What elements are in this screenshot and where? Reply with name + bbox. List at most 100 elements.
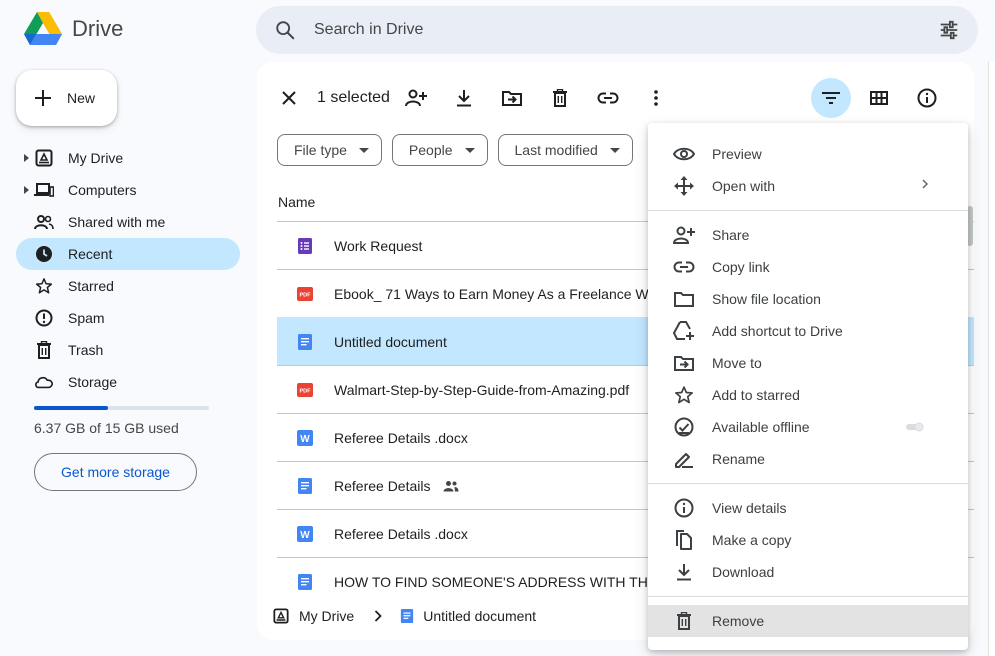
dropdown-arrow-icon xyxy=(358,147,369,153)
menu-item-download[interactable]: Download xyxy=(648,556,968,588)
filter-chip-people[interactable]: People xyxy=(391,134,488,166)
menu-item-add-shortcut[interactable]: Add shortcut to Drive xyxy=(648,315,968,347)
search-bar[interactable]: Search in Drive xyxy=(256,6,978,54)
sidebar-item-starred[interactable]: Starred xyxy=(16,270,240,302)
sidebar-item-computers[interactable]: Computers xyxy=(16,174,240,206)
offline-check-icon xyxy=(674,417,694,437)
google-docs-icon xyxy=(298,573,312,590)
sidebar-item-recent[interactable]: Recent xyxy=(16,238,240,270)
menu-item-label: Make a copy xyxy=(712,532,792,548)
menu-item-rename[interactable]: Rename xyxy=(648,443,968,475)
move-to-icon[interactable] xyxy=(500,86,524,110)
file-name: Ebook_ 71 Ways to Earn Money As a Freela… xyxy=(334,285,673,302)
menu-item-label: Open with xyxy=(712,178,776,194)
search-input[interactable]: Search in Drive xyxy=(314,21,938,39)
computers-icon xyxy=(34,183,54,197)
get-more-storage-button[interactable]: Get more storage xyxy=(34,453,197,491)
link-icon[interactable] xyxy=(596,86,620,110)
rename-pencil-icon xyxy=(675,453,693,468)
more-vert-icon[interactable] xyxy=(644,86,668,110)
close-selection-icon[interactable] xyxy=(277,86,301,110)
menu-item-label: Copy link xyxy=(712,259,770,275)
sidebar-nav: My Drive Computers Shared with me Recent… xyxy=(16,142,240,398)
google-forms-icon xyxy=(298,237,312,254)
cloud-icon xyxy=(35,376,53,389)
star-icon xyxy=(35,278,53,294)
menu-item-remove[interactable]: Remove xyxy=(648,605,968,637)
file-context-menu: Preview Open with Share Copy link Show f… xyxy=(648,123,968,650)
drive-logo-icon xyxy=(24,12,62,45)
menu-item-add-to-starred[interactable]: Add to starred xyxy=(648,379,968,411)
view-details-button[interactable] xyxy=(907,78,947,118)
search-options-icon[interactable] xyxy=(938,19,960,41)
filter-toggle-button[interactable] xyxy=(811,78,851,118)
my-drive-icon xyxy=(273,608,289,624)
copy-icon xyxy=(676,530,692,550)
selected-count: 1 selected xyxy=(317,89,390,106)
breadcrumb-root[interactable]: My Drive xyxy=(299,608,354,624)
menu-item-show-file-location[interactable]: Show file location xyxy=(648,283,968,315)
menu-item-label: Show file location xyxy=(712,291,821,307)
svg-text:PDF: PDF xyxy=(300,388,312,394)
menu-item-available-offline[interactable]: Available offline xyxy=(648,411,968,443)
dropdown-arrow-icon xyxy=(464,147,475,153)
menu-item-copy-link[interactable]: Copy link xyxy=(648,251,968,283)
chevron-right-icon xyxy=(922,179,928,189)
menu-item-share[interactable]: Share xyxy=(648,219,968,251)
sidebar-item-label: My Drive xyxy=(68,150,124,166)
filter-chip-file-type[interactable]: File type xyxy=(277,134,382,166)
link-icon xyxy=(673,261,695,273)
search-icon[interactable] xyxy=(274,19,296,41)
trash-icon xyxy=(37,341,51,359)
filter-chip-last-modified[interactable]: Last modified xyxy=(497,134,633,166)
file-name: Untitled document xyxy=(334,333,447,350)
menu-item-open-with[interactable]: Open with xyxy=(648,170,968,202)
sidebar-item-label: Recent xyxy=(68,246,113,262)
menu-item-label: Preview xyxy=(712,146,762,162)
sidebar-item-spam[interactable]: Spam xyxy=(16,302,240,334)
menu-item-label: Download xyxy=(712,564,775,580)
add-shortcut-icon xyxy=(673,321,694,340)
file-name: Walmart-Step-by-Step-Guide-from-Amazing.… xyxy=(334,381,630,398)
sidebar-item-trash[interactable]: Trash xyxy=(16,334,240,366)
trash-icon xyxy=(677,612,691,630)
share-icon[interactable] xyxy=(404,86,428,110)
menu-item-make-a-copy[interactable]: Make a copy xyxy=(648,524,968,556)
spam-icon xyxy=(35,309,53,327)
sidebar-item-my-drive[interactable]: My Drive xyxy=(16,142,240,174)
menu-item-preview[interactable]: Preview xyxy=(648,138,968,170)
share-icon xyxy=(673,226,695,244)
folder-icon xyxy=(674,292,694,307)
trash-icon[interactable] xyxy=(548,86,572,110)
drive-logo[interactable]: Drive xyxy=(24,12,123,46)
info-icon xyxy=(674,498,694,518)
file-name: Referee Details xyxy=(334,477,431,494)
offline-toggle[interactable] xyxy=(904,422,924,432)
breadcrumb-current[interactable]: Untitled document xyxy=(423,608,536,624)
menu-item-label: Available offline xyxy=(712,419,810,435)
storage-meter-fill xyxy=(34,406,109,410)
sidebar-item-shared-with-me[interactable]: Shared with me xyxy=(16,206,240,238)
filter-chip-label: Last modified xyxy=(514,142,598,158)
filter-icon xyxy=(822,92,840,104)
file-name: Referee Details .docx xyxy=(334,525,468,542)
new-button-label: New xyxy=(67,90,96,106)
menu-item-label: Rename xyxy=(712,451,765,467)
open-with-icon xyxy=(674,176,694,196)
selection-toolbar: 1 selected xyxy=(277,82,668,114)
filter-chips: File type People Last modified xyxy=(277,134,633,166)
new-button[interactable]: New xyxy=(16,70,117,126)
pdf-file-icon: PDF xyxy=(297,382,313,397)
clock-icon xyxy=(36,246,52,262)
info-icon xyxy=(917,88,937,108)
menu-item-move-to[interactable]: Move to xyxy=(648,347,968,379)
column-header-name[interactable]: Name xyxy=(278,194,315,210)
menu-item-label: Remove xyxy=(712,613,765,629)
sidebar-item-storage[interactable]: Storage xyxy=(16,366,240,398)
expand-caret-icon[interactable] xyxy=(24,185,30,195)
download-icon[interactable] xyxy=(452,86,476,110)
grid-view-button[interactable] xyxy=(859,78,899,118)
menu-item-view-details[interactable]: View details xyxy=(648,492,968,524)
pdf-file-icon: PDF xyxy=(297,286,313,301)
expand-caret-icon[interactable] xyxy=(24,153,30,163)
